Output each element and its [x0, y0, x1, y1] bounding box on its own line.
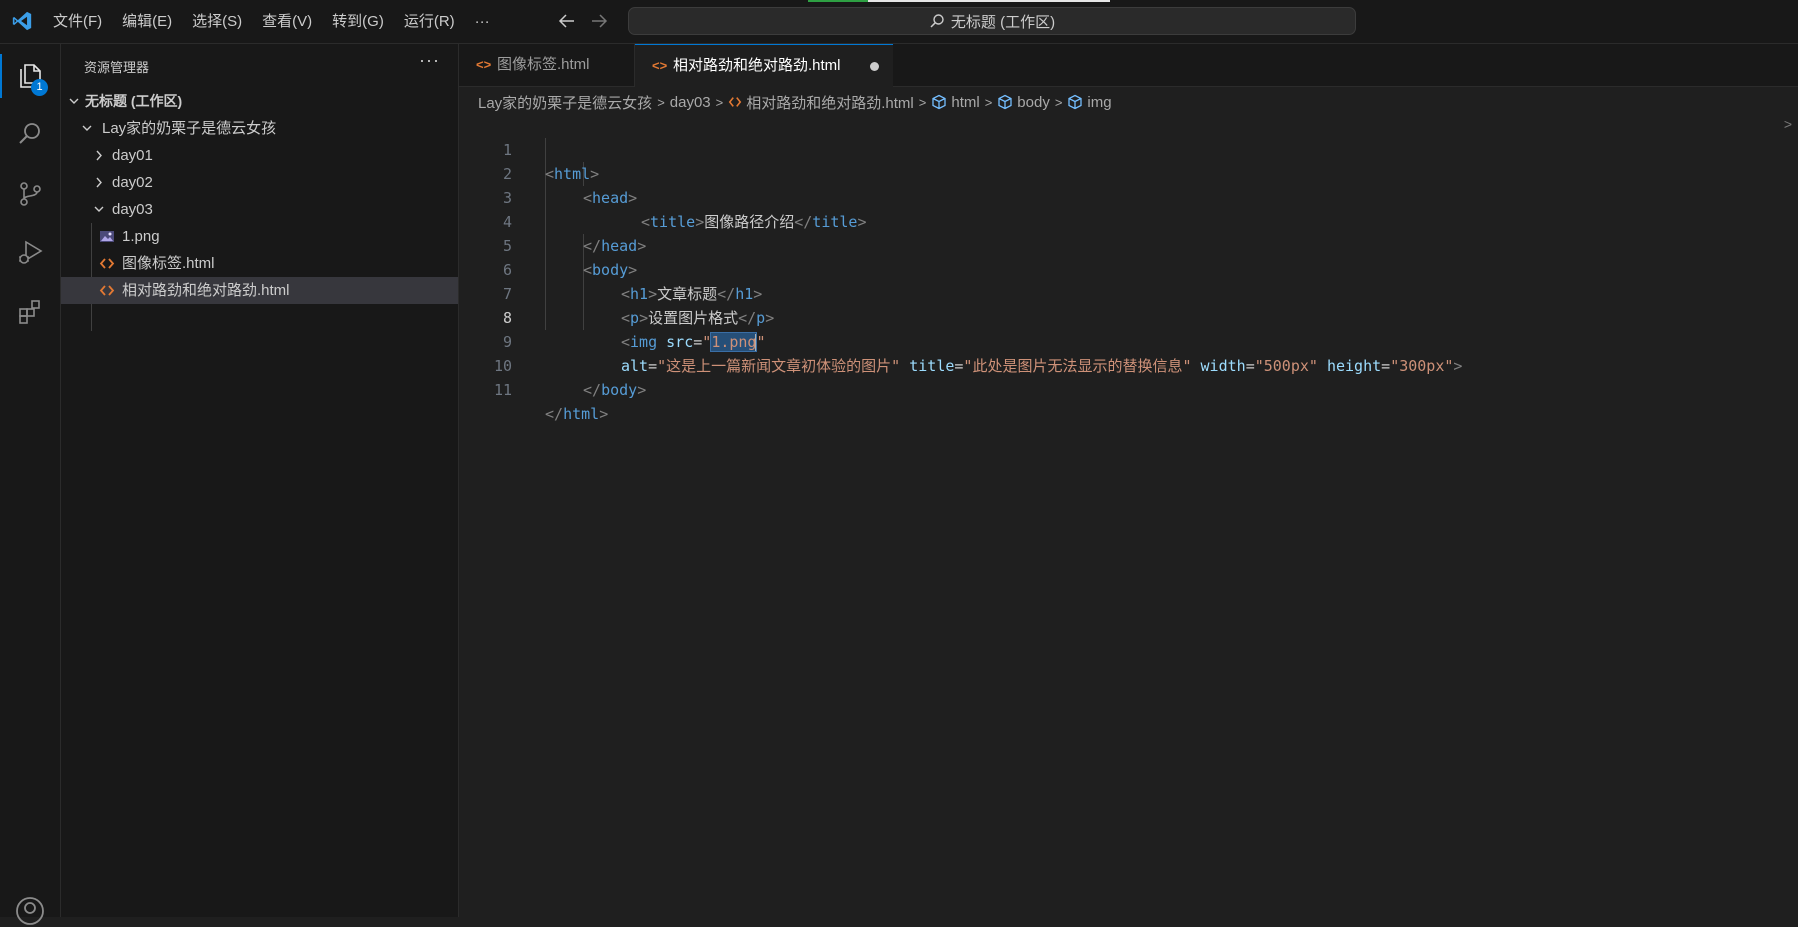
tree-item-label: Lay家的奶栗子是德云女孩 [102, 120, 277, 137]
html-file-icon: <> [476, 57, 492, 72]
tree-item-label: day01 [112, 147, 153, 164]
menu-edit[interactable]: 编辑(E) [112, 8, 182, 36]
title-accent-green [808, 0, 868, 2]
extensions-icon [19, 300, 40, 324]
breadcrumb-file[interactable]: 相对路劲和绝对路劲.html [746, 92, 914, 113]
code-line: 9 alt="这是上一篇新闻文章初体验的图片" title="此处是图片无法显示… [459, 306, 1798, 375]
code-line: 10 </body> [459, 330, 1798, 399]
source-control-icon [20, 182, 41, 206]
code-line: 1 <html> [459, 114, 1798, 183]
tag-name: html [563, 405, 600, 423]
tree-item-workspace[interactable]: 无标题 (工作区) [61, 88, 458, 115]
run-debug-icon [19, 240, 43, 264]
menu-bar: 文件(F) 编辑(E) 选择(S) 查看(V) 转到(G) 运行(R) ··· [43, 0, 500, 43]
vscode-logo-icon[interactable] [11, 10, 33, 32]
chevron-down-icon [69, 98, 79, 104]
tree-item-day02[interactable]: day02 [61, 169, 458, 196]
tree-item-file-image-tag[interactable]: 图像标签.html [61, 250, 458, 277]
menu-go[interactable]: 转到(G) [322, 8, 394, 36]
command-center-label: 无标题 (工作区) [950, 13, 1056, 31]
explorer-sidebar: 资源管理器 ··· 无标题 (工作区) Lay家的奶栗子是德云女孩 day01 … [61, 44, 459, 917]
symbol-element-icon [931, 94, 947, 110]
chevron-right-icon [96, 177, 102, 188]
account-icon[interactable] [14, 895, 46, 927]
breadcrumb-body[interactable]: body [1017, 94, 1050, 111]
code-line: 4 </head> [459, 186, 1798, 255]
activity-explorer[interactable]: 1 [0, 48, 60, 104]
tree-item-file-png[interactable]: 1.png [61, 223, 458, 250]
tree-item-label: 无标题 (工作区) [85, 93, 183, 109]
search-icon [19, 123, 40, 144]
html-file-icon [99, 285, 115, 296]
tab-label: 图像标签.html [497, 56, 590, 73]
symbol-element-icon [1067, 94, 1083, 110]
chevron-right-icon: > [715, 94, 724, 110]
menu-view[interactable]: 查看(V) [252, 8, 322, 36]
command-center-search[interactable]: 无标题 (工作区) [628, 7, 1356, 35]
code-line: 7 <p>设置图片格式</p> [459, 258, 1798, 327]
editor-tabs: <> 图像标签.html <> 相对路劲和绝对路劲.html [459, 44, 1798, 87]
code-line: 5 <body> [459, 210, 1798, 279]
breadcrumb-html[interactable]: html [951, 94, 979, 111]
activity-extensions[interactable] [0, 284, 60, 340]
breadcrumb: Lay家的奶栗子是德云女孩 > day03 > 相对路劲和绝对路劲.html >… [478, 91, 1112, 113]
line-number: 11 [493, 381, 512, 399]
code-line: 11 </html> [459, 354, 1798, 423]
code-line: 2 <head> [459, 138, 1798, 207]
tree-item-label: 图像标签.html [122, 255, 215, 272]
menu-more[interactable]: ··· [465, 8, 500, 36]
breadcrumb-folder[interactable]: Lay家的奶栗子是德云女孩 [478, 92, 652, 113]
activity-run-debug[interactable] [0, 224, 60, 280]
menu-file[interactable]: 文件(F) [43, 8, 112, 36]
tree-item-label: day02 [112, 174, 153, 191]
title-bar: 文件(F) 编辑(E) 选择(S) 查看(V) 转到(G) 运行(R) ··· … [0, 0, 1798, 44]
tree-item-label: 相对路劲和绝对路劲.html [122, 282, 290, 299]
activity-source-control[interactable] [0, 166, 60, 222]
menu-run[interactable]: 运行(R) [394, 8, 465, 36]
breadcrumb-subfolder[interactable]: day03 [670, 94, 711, 111]
line-content: </html> [545, 405, 609, 423]
tree-item-label: 1.png [122, 228, 160, 245]
image-file-icon [100, 231, 114, 242]
tab-image-tag[interactable]: <> 图像标签.html [459, 44, 635, 86]
code-line: 6 <h1>文章标题</h1> [459, 234, 1798, 303]
explorer-badge: 1 [31, 79, 48, 96]
tree-item-file-relative-path[interactable]: 相对路劲和绝对路劲.html [61, 277, 458, 304]
code-line: 3 <title>图像路径介绍</title> [459, 162, 1798, 231]
html-file-icon [728, 95, 742, 109]
menu-selection[interactable]: 选择(S) [182, 8, 252, 36]
activity-search[interactable] [0, 106, 60, 162]
title-accent-white [868, 0, 1110, 2]
search-icon [930, 14, 944, 28]
sidebar-more-button[interactable]: ··· [419, 50, 440, 71]
code-editor[interactable]: 1 <html> 2 <head> 3 <title>图像路径介绍</title… [459, 114, 1798, 917]
breadcrumb-img[interactable]: img [1087, 94, 1111, 111]
tab-relative-path[interactable]: <> 相对路劲和绝对路劲.html [635, 44, 893, 87]
tab-label: 相对路劲和绝对路劲.html [673, 57, 841, 74]
tag-name: body [601, 381, 638, 399]
chevron-right-icon: > [1054, 94, 1063, 110]
tree-item-day01[interactable]: day01 [61, 142, 458, 169]
tree-item-day03[interactable]: day03 [61, 196, 458, 223]
line-content: </body> [583, 381, 647, 399]
chevron-right-icon [96, 150, 102, 161]
code-line-current: 8 <img src="1.png" [459, 282, 1798, 352]
symbol-element-icon [997, 94, 1013, 110]
back-arrow-icon[interactable] [556, 10, 578, 32]
forward-arrow-icon[interactable] [588, 10, 610, 32]
tree-item-label: day03 [112, 201, 153, 218]
activity-bar: 1 [0, 44, 61, 925]
chevron-right-icon: > [657, 94, 665, 110]
chevron-right-icon: > [984, 94, 993, 110]
chevron-right-icon: > [918, 94, 927, 110]
tree-item-root-folder[interactable]: Lay家的奶栗子是德云女孩 [61, 115, 458, 142]
chevron-down-icon [82, 125, 92, 131]
html-file-icon: <> [652, 58, 668, 73]
sidebar-title: 资源管理器 [84, 60, 150, 75]
chevron-down-icon [94, 206, 104, 212]
unsaved-dot-icon[interactable] [870, 62, 879, 71]
html-file-icon [99, 258, 115, 269]
